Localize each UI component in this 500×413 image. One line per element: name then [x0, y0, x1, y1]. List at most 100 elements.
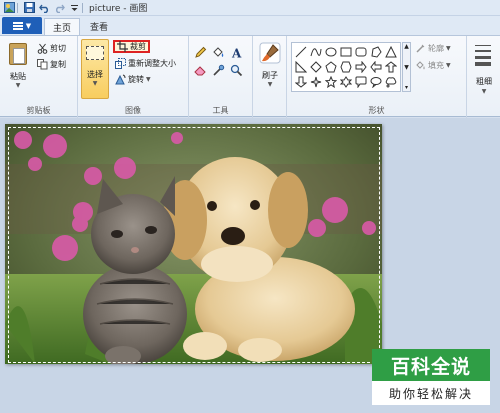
line-shape-icon[interactable]: [293, 44, 308, 59]
menu-icon: [12, 21, 23, 30]
fill-bucket-icon[interactable]: [211, 45, 226, 60]
curve-shape-icon[interactable]: [308, 44, 323, 59]
pentagon-shape-icon[interactable]: [323, 59, 338, 74]
hexagon-shape-icon[interactable]: [338, 59, 353, 74]
thickness-button[interactable]: [474, 42, 492, 72]
chevron-down-icon: ▼: [15, 82, 21, 89]
pencil-icon[interactable]: [193, 45, 208, 60]
fill-icon: [415, 60, 426, 71]
redo-icon[interactable]: [53, 2, 65, 14]
separator: [82, 2, 83, 13]
color-picker-icon[interactable]: [211, 63, 226, 78]
select-label: 选择: [87, 70, 103, 79]
shapes-gallery-scrollbar[interactable]: ▲ ▼ ▾: [402, 42, 411, 92]
thickness-label: 粗细: [476, 77, 492, 86]
up-arrow-shape-icon[interactable]: [383, 59, 398, 74]
left-arrow-shape-icon[interactable]: [368, 59, 383, 74]
polygon-shape-icon[interactable]: [368, 44, 383, 59]
copy-icon: [37, 59, 48, 70]
gallery-expand-icon[interactable]: ▾: [405, 84, 408, 91]
chevron-down-icon: ▼: [481, 88, 487, 95]
watermark-logo: 百科全说 助你轻松解决: [372, 349, 490, 405]
svg-text:A: A: [231, 47, 242, 60]
thickness-group: 粗细 ▼: [467, 36, 500, 118]
separator: [17, 2, 18, 13]
text-icon[interactable]: A: [229, 45, 244, 60]
rotate-label: 旋转: [128, 75, 144, 84]
tab-home[interactable]: 主页: [44, 18, 80, 35]
scroll-down-icon[interactable]: ▼: [404, 64, 409, 71]
chevron-down-icon: ▼: [25, 21, 32, 30]
outline-icon: [415, 43, 426, 54]
clipboard-icon: [9, 43, 27, 65]
watermark-title: 百科全说: [372, 349, 490, 381]
rectangle-shape-icon[interactable]: [338, 44, 353, 59]
right-triangle-shape-icon[interactable]: [293, 59, 308, 74]
brushes-label: 刷子: [262, 71, 278, 80]
tab-view[interactable]: 查看: [82, 18, 116, 35]
drawing-canvas[interactable]: [5, 124, 382, 364]
chevron-down-icon: ▼: [267, 81, 273, 88]
select-button[interactable]: 选择 ▼: [81, 39, 109, 99]
cloud-callout-shape-icon[interactable]: [383, 74, 398, 89]
scroll-up-icon[interactable]: ▲: [404, 43, 409, 50]
save-icon[interactable]: [23, 2, 35, 14]
copy-button[interactable]: 复制: [37, 58, 66, 71]
chevron-down-icon: ▼: [446, 45, 451, 52]
image-group: 选择 ▼ 裁剪 重新调整大小 旋转 ▼ 图像: [78, 36, 189, 118]
shapes-gallery[interactable]: [291, 42, 401, 92]
thickness-icon: [475, 45, 491, 66]
oval-shape-icon[interactable]: [323, 44, 338, 59]
five-point-star-shape-icon[interactable]: [323, 74, 338, 89]
four-point-star-shape-icon[interactable]: [308, 74, 323, 89]
oval-callout-shape-icon[interactable]: [368, 74, 383, 89]
triangle-shape-icon[interactable]: [383, 44, 398, 59]
crop-icon: [117, 41, 128, 52]
tools-group: A 工具: [189, 36, 253, 118]
brushes-group: 刷子 ▼: [253, 36, 287, 118]
rotate-icon: [115, 74, 126, 85]
clipboard-group-label: 剪贴板: [26, 106, 51, 115]
rounded-callout-shape-icon[interactable]: [353, 74, 368, 89]
eraser-icon[interactable]: [193, 63, 208, 78]
app-menu-button[interactable]: ▼: [2, 17, 42, 34]
crop-button[interactable]: 裁剪: [113, 40, 150, 53]
brush-icon: [259, 42, 281, 64]
watermark-subtitle: 助你轻松解决: [372, 381, 490, 405]
right-arrow-shape-icon[interactable]: [353, 59, 368, 74]
diamond-shape-icon[interactable]: [308, 59, 323, 74]
rotate-button[interactable]: 旋转 ▼: [115, 73, 151, 86]
outline-label: 轮廓: [428, 44, 444, 53]
six-point-star-shape-icon[interactable]: [338, 74, 353, 89]
chevron-down-icon: ▼: [446, 62, 451, 69]
ribbon-tab-strip: ▼ 主页 查看: [0, 16, 500, 35]
fill-label: 填充: [428, 61, 444, 70]
cut-label: 剪切: [50, 44, 66, 53]
select-icon: [86, 46, 104, 60]
window-title: picture - 画图: [89, 4, 148, 14]
clipboard-group: 粘贴 ▼ 剪切 复制 剪贴板: [0, 36, 78, 118]
resize-icon: [115, 58, 126, 69]
chevron-down-icon: ▼: [146, 76, 151, 83]
paste-label: 粘贴: [10, 72, 26, 81]
fill-button[interactable]: 填充 ▼: [415, 59, 451, 72]
resize-button[interactable]: 重新调整大小: [115, 57, 176, 70]
outline-button[interactable]: 轮廓 ▼: [415, 42, 451, 55]
shapes-group: ▲ ▼ ▾ 轮廓 ▼ 填充 ▼ 形状: [287, 36, 467, 118]
cut-button[interactable]: 剪切: [37, 42, 66, 55]
shapes-group-label: 形状: [368, 106, 385, 115]
resize-label: 重新调整大小: [128, 59, 176, 68]
customize-quick-access-icon[interactable]: [68, 2, 80, 14]
ribbon: 粘贴 ▼ 剪切 复制 剪贴板 选择 ▼ 裁剪 重新调整大小 旋转 ▼ 图像 A …: [0, 35, 500, 118]
title-bar: picture - 画图: [0, 0, 500, 16]
magnifier-icon[interactable]: [229, 63, 244, 78]
scissors-icon: [37, 43, 48, 54]
paste-button[interactable]: 粘贴 ▼: [5, 41, 31, 99]
down-arrow-shape-icon[interactable]: [293, 74, 308, 89]
rounded-rectangle-shape-icon[interactable]: [353, 44, 368, 59]
undo-icon[interactable]: [38, 2, 50, 14]
crop-label: 裁剪: [130, 42, 146, 51]
image-group-label: 图像: [125, 106, 141, 115]
brushes-button[interactable]: 刷子 ▼: [257, 39, 283, 99]
tools-group-label: 工具: [212, 106, 229, 115]
